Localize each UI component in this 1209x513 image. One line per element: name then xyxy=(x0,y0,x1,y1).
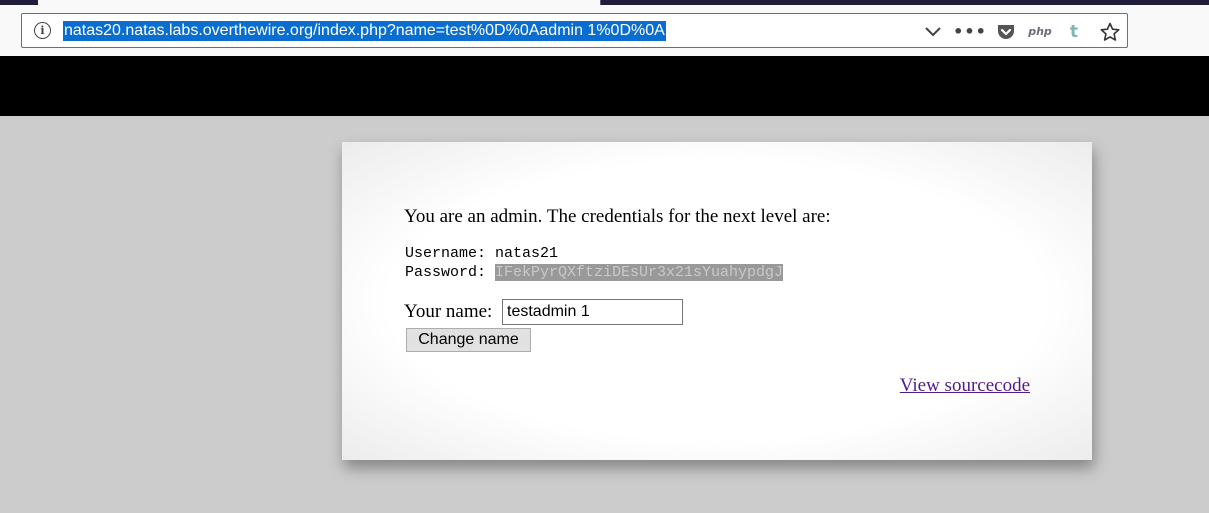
info-icon[interactable]: i xyxy=(34,22,51,39)
username-line: Username: natas21 xyxy=(405,245,905,263)
username-value: natas21 xyxy=(495,245,559,262)
admin-message: You are an admin. The credentials for th… xyxy=(404,206,831,227)
pocket-icon[interactable] xyxy=(995,21,1017,43)
browser-toolbar: i natas20.natas.labs.overthewire.org/ind… xyxy=(0,5,1209,56)
password-value: IFekPyrQXftziDEsUr3x21sYuahypdgJ xyxy=(495,264,784,281)
change-name-button[interactable]: Change name xyxy=(406,328,531,352)
password-line: Password: IFekPyrQXftziDEsUr3x21sYuahypd… xyxy=(405,264,905,282)
username-label: Username: xyxy=(405,245,496,262)
php-icon[interactable]: php xyxy=(1028,21,1052,43)
tumblr-icon[interactable]: t xyxy=(1063,21,1085,43)
page-banner xyxy=(0,56,1209,116)
more-dots-icon[interactable]: ••• xyxy=(953,21,986,43)
chevron-down-icon[interactable] xyxy=(922,21,944,43)
name-label: Your name: xyxy=(404,301,493,322)
view-sourcecode-link[interactable]: View sourcecode xyxy=(900,375,1030,397)
star-icon[interactable] xyxy=(1099,21,1121,43)
url-text[interactable]: natas20.natas.labs.overthewire.org/index… xyxy=(63,21,666,41)
url-bar[interactable]: i natas20.natas.labs.overthewire.org/ind… xyxy=(21,13,1128,48)
content-card: You are an admin. The credentials for th… xyxy=(342,142,1092,460)
password-label: Password: xyxy=(405,264,496,281)
name-input[interactable]: testadmin 1 xyxy=(502,299,683,325)
